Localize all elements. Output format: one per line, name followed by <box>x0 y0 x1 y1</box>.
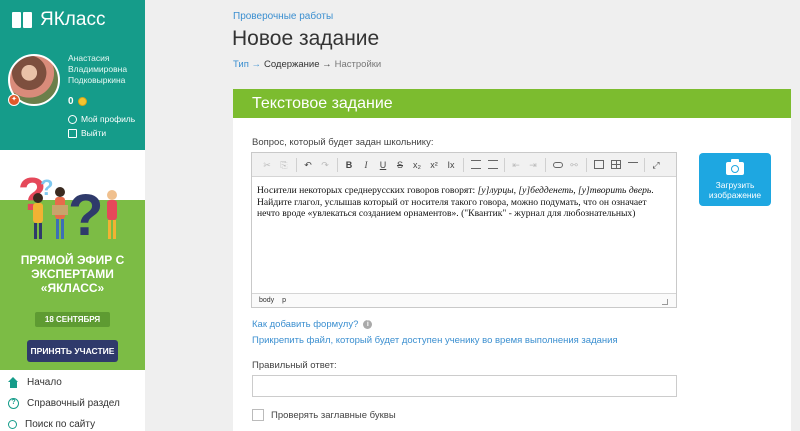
answer-input[interactable] <box>252 375 677 397</box>
logout-icon <box>68 128 77 138</box>
copy-icon[interactable]: ⎘ <box>277 158 291 172</box>
join-button[interactable]: ПРИНЯТЬ УЧАСТИЕ <box>27 340 118 362</box>
home-icon <box>8 377 19 388</box>
toolbar-divider <box>644 157 645 172</box>
coin-icon <box>77 97 87 106</box>
toolbar-divider <box>586 157 587 172</box>
link-icon[interactable] <box>553 161 563 168</box>
task-card: Текстовое задание Вопрос, который будет … <box>233 89 791 431</box>
site-logo[interactable]: ЯКласс <box>12 9 105 31</box>
superscript-icon[interactable]: x² <box>427 158 441 172</box>
search-icon <box>8 420 17 429</box>
path-body[interactable]: body <box>259 297 274 304</box>
card-title: Текстовое задание <box>233 89 791 118</box>
promo-illustration: ? ? ? <box>18 168 117 248</box>
step-settings: Настройки <box>334 59 382 70</box>
camera-icon <box>726 159 744 175</box>
question-text-part1: Носители некоторых среднерусских говоров… <box>257 185 478 196</box>
avatar-badge-icon: ✦ <box>8 94 20 106</box>
bold-icon[interactable]: B <box>342 158 356 172</box>
logout-label: Выйти <box>81 128 107 138</box>
maximize-icon[interactable]: ⤢ <box>649 158 663 172</box>
step-type[interactable]: Тип → <box>233 59 261 70</box>
rich-text-editor[interactable]: ✂ ⎘ ↶ ↷ B I U S x₂ x² Ix ⇤ ⇥ ⚯ ⤢ Носител… <box>251 152 677 308</box>
clear-format-icon[interactable]: Ix <box>444 158 458 172</box>
breadcrumb[interactable]: Проверочные работы <box>233 11 333 22</box>
help-icon: ? <box>8 398 19 409</box>
underline-icon[interactable]: U <box>376 158 390 172</box>
sidebar-item-help[interactable]: ? Справочный раздел <box>0 393 145 414</box>
page-title: Новое задание <box>232 27 380 50</box>
editor-content[interactable]: Носители некоторых среднерусских говоров… <box>252 177 676 228</box>
subscript-icon[interactable]: x₂ <box>410 158 424 172</box>
undo-icon[interactable]: ↶ <box>301 158 315 172</box>
answer-label: Правильный ответ: <box>252 360 337 371</box>
my-profile-link[interactable]: Мой профиль <box>68 114 135 124</box>
toolbar-divider <box>504 157 505 172</box>
promo-title: ПРЯМОЙ ЭФИР С ЭКСПЕРТАМИ «ЯКЛАСС» <box>20 253 125 295</box>
user-name: Анастасия Владимировна Подковыркина <box>68 53 128 85</box>
logout-link[interactable]: Выйти <box>68 128 106 138</box>
check-caps-label: Проверять заглавные буквы <box>271 409 396 421</box>
sidebar-item-search[interactable]: Поиск по сайту <box>0 414 145 431</box>
image-icon[interactable] <box>594 160 604 169</box>
attach-file-link[interactable]: Прикрепить файл, который будет доступен … <box>252 335 618 346</box>
resize-handle-icon[interactable] <box>662 299 668 305</box>
sidebar-item-label: Поиск по сайту <box>25 419 96 430</box>
unlink-icon[interactable]: ⚯ <box>567 158 581 172</box>
promo-banner[interactable]: ? ? ? ПРЯМОЙ ЭФИР С ЭКСПЕРТАМИ «ЯКЛАСС» … <box>0 150 145 370</box>
outdent-icon[interactable]: ⇤ <box>509 158 523 172</box>
toolbar-divider <box>545 157 546 172</box>
step-content: Содержание → <box>263 59 332 70</box>
bullet-list-icon[interactable] <box>488 160 498 169</box>
italic-icon[interactable]: I <box>359 158 373 172</box>
editor-toolbar: ✂ ⎘ ↶ ↷ B I U S x₂ x² Ix ⇤ ⇥ ⚯ ⤢ <box>252 153 676 177</box>
user-score: 0 <box>68 96 87 107</box>
sidebar-item-label: Начало <box>27 377 62 388</box>
formula-help-link[interactable]: Как добавить формулу? i <box>252 319 373 330</box>
sidebar-item-label: Справочный раздел <box>27 398 120 409</box>
table-icon[interactable] <box>611 160 621 169</box>
logo-text: ЯКласс <box>40 9 106 30</box>
promo-date: 18 СЕНТЯБРЯ <box>35 312 110 327</box>
sidebar-nav: Начало ? Справочный раздел Поиск по сайт… <box>0 372 145 431</box>
sidebar-item-home[interactable]: Начало <box>0 372 145 393</box>
editor-statusbar: body p <box>252 293 676 307</box>
indent-icon[interactable]: ⇥ <box>526 158 540 172</box>
path-p[interactable]: p <box>282 297 286 304</box>
question-text-italic: [у]лурцы, [у]бедденеть, [у]творить дверь <box>477 185 652 196</box>
book-icon <box>12 12 34 28</box>
info-icon[interactable]: i <box>363 320 373 329</box>
check-caps-row[interactable]: Проверять заглавные буквы <box>252 409 396 421</box>
redo-icon[interactable]: ↷ <box>318 158 332 172</box>
question-label: Вопрос, который будет задан школьнику: <box>252 137 434 148</box>
score-value: 0 <box>68 96 74 107</box>
check-caps-checkbox[interactable] <box>252 409 264 421</box>
user-icon <box>68 114 77 124</box>
horizontal-line-icon[interactable] <box>628 162 638 171</box>
sidebar: ЯКласс ✦ Анастасия Владимировна Подковыр… <box>0 0 145 431</box>
toolbar-divider <box>463 157 464 172</box>
svg-text:?: ? <box>68 183 103 248</box>
my-profile-label: Мой профиль <box>81 114 136 124</box>
upload-image-button[interactable]: Загрузить изображение <box>699 153 771 206</box>
user-panel: ЯКласс ✦ Анастасия Владимировна Подковыр… <box>0 0 145 150</box>
wizard-steps: Тип → Содержание → Настройки <box>233 59 381 70</box>
formula-help-label: Как добавить формулу? <box>252 319 359 330</box>
toolbar-divider <box>296 157 297 172</box>
numbered-list-icon[interactable] <box>471 160 481 169</box>
cut-icon[interactable]: ✂ <box>260 158 274 172</box>
toolbar-divider <box>337 157 338 172</box>
upload-image-label: Загрузить изображение <box>708 180 762 200</box>
strikethrough-icon[interactable]: S <box>393 158 407 172</box>
